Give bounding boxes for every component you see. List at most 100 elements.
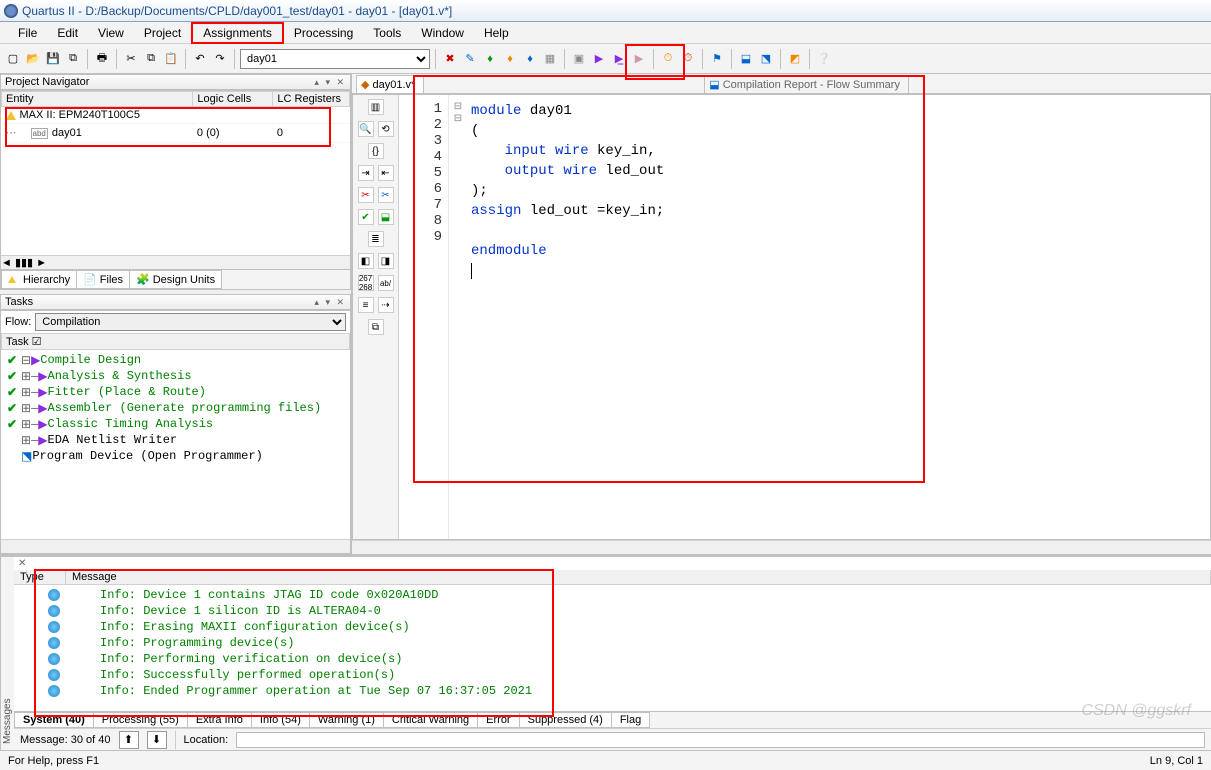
messages-list[interactable]: Info: Device 1 contains JTAG ID code 0x0… [14,585,1211,711]
new-file-icon[interactable]: ▢ [4,50,22,68]
etb-d1-icon[interactable]: ⧉ [368,319,384,335]
flag-icon[interactable]: ⚑ [708,50,726,68]
msgtab-error[interactable]: Error [477,712,519,728]
task-program[interactable]: ⬔ Program Device (Open Programmer) [3,448,348,464]
verilog-file-icon: ◆ [361,78,369,91]
etb-bk1-icon[interactable]: ◧ [358,253,374,269]
task-compile-design[interactable]: ✔⊟ ▶ Compile Design [3,352,348,368]
start-analysis-icon[interactable]: ▶̲ [610,50,628,68]
table-row[interactable]: ⋯abdday01 0 (0)0 [2,124,350,143]
tb-chip-icon[interactable]: ▦ [541,50,559,68]
tb-pencil-icon[interactable]: ✎ [461,50,479,68]
redo-icon[interactable]: ↷ [211,50,229,68]
etb-b1-icon[interactable]: ✔ [358,209,374,225]
etb-a2-icon[interactable]: ✂ [378,187,394,203]
col-type[interactable]: Type [14,570,66,584]
tab-compilation-report[interactable]: ⬓ Compilation Report - Flow Summary [704,75,909,93]
msgtab-extra[interactable]: Extra Info [187,712,252,728]
etb-b2-icon[interactable]: ⬓ [378,209,394,225]
start-compile-icon[interactable]: ▶ [590,50,608,68]
save-all-icon[interactable]: ⧉ [64,50,82,68]
etb-bk2-icon[interactable]: ◨ [378,253,394,269]
msgtab-processing[interactable]: Processing (55) [93,712,188,728]
tb-check-orange-icon[interactable]: ♦ [501,50,519,68]
menu-edit[interactable]: Edit [47,24,88,42]
task-analysis[interactable]: ✔ ⊞─▶ Analysis & Synthesis [3,368,348,384]
etb-list-icon[interactable]: ≣ [368,231,384,247]
etb-ab-icon[interactable]: ab/ [378,275,394,291]
flow-select[interactable]: Compilation [35,313,346,331]
help-icon[interactable]: ❔ [815,50,833,68]
copy-icon[interactable]: ⧉ [142,50,160,68]
main-toolbar: ▢ 📂 💾 ⧉ 🖶 ✂ ⧉ 📋 ↶ ↷ day01 ✖ ✎ ♦ ♦ ♦ ▦ ▣ … [0,44,1211,74]
msgtab-info[interactable]: Info (54) [251,712,310,728]
col-lc-registers[interactable]: LC Registers [273,92,350,107]
location-input[interactable] [236,732,1205,748]
menu-assignments[interactable]: Assignments [191,22,284,44]
msgtab-suppressed[interactable]: Suppressed (4) [519,712,612,728]
tb-stop-icon[interactable]: ▣ [570,50,588,68]
task-assembler[interactable]: ✔ ⊞─▶ Assembler (Generate programming fi… [3,400,348,416]
col-entity[interactable]: Entity [2,92,193,107]
task-eda[interactable]: ⊞─▶ EDA Netlist Writer [3,432,348,448]
tb-check-green-icon[interactable]: ♦ [481,50,499,68]
msgtab-system[interactable]: System (40) [14,712,94,728]
msgtab-warning[interactable]: Warning (1) [309,712,384,728]
msgtab-critical[interactable]: Critical Warning [383,712,478,728]
etb-1-icon[interactable]: ▥ [368,99,384,115]
editor-hscroll[interactable] [352,540,1211,554]
fold-column[interactable]: ⊟⊟ [449,95,467,539]
tab-files[interactable]: 📄 Files [76,270,130,289]
menu-file[interactable]: File [8,24,47,42]
tasks-hscroll[interactable] [1,539,350,553]
etb-indent-icon[interactable]: ⇥ [358,165,374,181]
task-fitter[interactable]: ✔ ⊞─▶ Fitter (Place & Route) [3,384,348,400]
menu-processing[interactable]: Processing [284,24,363,42]
col-message[interactable]: Message [66,570,1211,584]
menu-window[interactable]: Window [411,24,474,42]
prev-message-button[interactable]: ⬆ [119,731,139,749]
task-timing[interactable]: ✔ ⊞─▶ Classic Timing Analysis [3,416,348,432]
code-area[interactable]: module day01 ( input wire key_in, output… [467,95,1210,539]
open-icon[interactable]: 📂 [24,50,42,68]
timer2-icon[interactable]: ⏱ [679,50,697,68]
cut-icon[interactable]: ✂ [122,50,140,68]
etb-brace-icon[interactable]: {} [368,143,384,159]
etb-2-icon[interactable]: ⟲ [378,121,394,137]
tb-play3-icon[interactable]: ▶ [630,50,648,68]
col-logic-cells[interactable]: Logic Cells [193,92,273,107]
etb-num-icon[interactable]: 267268 [358,275,374,291]
paste-icon[interactable]: 📋 [162,50,180,68]
tab-hierarchy[interactable]: Hierarchy [1,270,77,289]
etb-c1-icon[interactable]: ≡ [358,297,374,313]
msgtab-flag[interactable]: Flag [611,712,650,728]
tb-check-blue-icon[interactable]: ♦ [521,50,539,68]
menu-project[interactable]: Project [134,24,191,42]
menu-view[interactable]: View [88,24,134,42]
undo-icon[interactable]: ↶ [191,50,209,68]
save-icon[interactable]: 💾 [44,50,62,68]
tab-design-units[interactable]: 🧩 Design Units [129,270,222,289]
etb-find-icon[interactable]: 🔍 [358,121,374,137]
tool2-icon[interactable]: ⬔ [757,50,775,68]
entity-icon: abd [31,128,48,139]
etb-a1-icon[interactable]: ✂ [358,187,374,203]
menu-tools[interactable]: Tools [363,24,411,42]
tb-x-icon[interactable]: ✖ [441,50,459,68]
project-select[interactable]: day01 [240,49,430,69]
timer-icon[interactable]: ⏱ [659,50,677,68]
nav-hscroll[interactable]: ◄ ▮▮▮ ► [1,255,350,269]
print-icon[interactable]: 🖶 [93,50,111,68]
message-row: Info: Device 1 contains JTAG ID code 0x0… [20,587,1205,603]
report-icon: ⬓ [709,78,719,91]
next-message-button[interactable]: ⬇ [147,731,167,749]
table-row[interactable]: MAX II: EPM240T100C5 [2,107,350,124]
message-count: Message: 30 of 40 [20,734,111,746]
tab-source-file[interactable]: ◆ day01.v* [356,75,424,93]
menu-bar: File Edit View Project Assignments Proce… [0,22,1211,44]
tool1-icon[interactable]: ⬓ [737,50,755,68]
etb-outdent-icon[interactable]: ⇤ [378,165,394,181]
etb-c2-icon[interactable]: ⇢ [378,297,394,313]
tool3-icon[interactable]: ◩ [786,50,804,68]
menu-help[interactable]: Help [474,24,519,42]
